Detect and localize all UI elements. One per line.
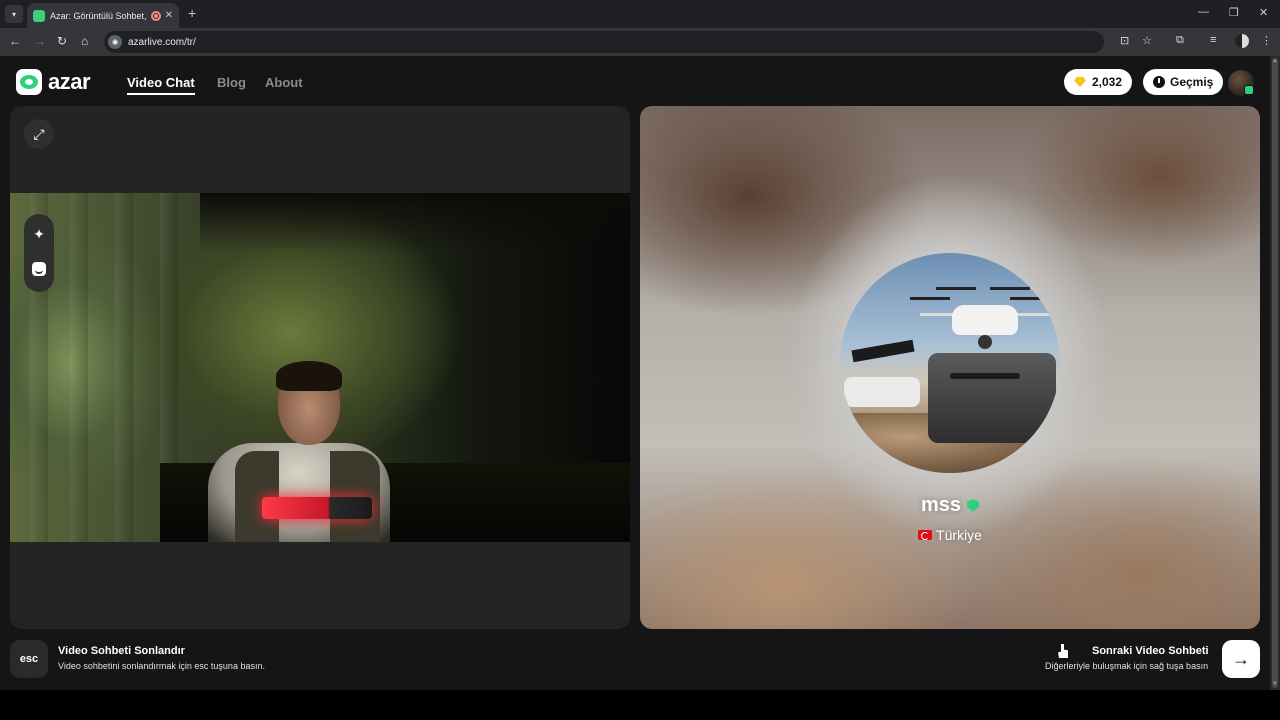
partner-country: Türkiye xyxy=(936,527,982,543)
scroll-up-icon[interactable]: ▲ xyxy=(1272,58,1278,64)
history-label: Geçmiş xyxy=(1170,75,1214,89)
curtain-fold xyxy=(70,193,88,542)
person-hair xyxy=(276,361,342,391)
nav-active-underline xyxy=(127,93,195,95)
scrollbar-thumb[interactable] xyxy=(1272,58,1278,688)
extensions-icon[interactable]: ⧉ xyxy=(1176,34,1184,47)
azar-page: azar Video Chat Blog About 2,032 Geçmiş xyxy=(0,56,1270,690)
browser-profile-avatar[interactable] xyxy=(1235,34,1249,48)
next-chat-hint: Diğerleriyle buluşmak için sağ tuşa bası… xyxy=(1045,661,1209,671)
address-bar[interactable]: ◉ azarlive.com/tr/ xyxy=(104,31,1104,53)
drone-propeller xyxy=(910,297,950,300)
reload-icon[interactable]: ↻ xyxy=(57,34,67,48)
partner-username: mss xyxy=(920,494,962,516)
azar-logo-icon xyxy=(16,69,42,95)
gem-icon xyxy=(1074,77,1086,87)
fullscreen-button[interactable]: ⤢ xyxy=(24,119,54,149)
partner-name-row: mss xyxy=(640,494,1260,517)
taskbar-area xyxy=(0,690,1280,720)
arrow-right-icon: → xyxy=(1232,648,1250,669)
nav-about[interactable]: About xyxy=(265,75,303,90)
recording-icon xyxy=(150,10,161,21)
site-info-icon[interactable]: ◉ xyxy=(108,35,122,49)
ceiling-shadow xyxy=(200,193,630,253)
bookmark-star-icon[interactable]: ☆ xyxy=(1142,34,1152,47)
chevron-down-icon: ▾ xyxy=(11,9,16,19)
history-button[interactable]: Geçmiş xyxy=(1143,69,1224,95)
new-tab-button[interactable]: + xyxy=(188,5,196,21)
case-slot xyxy=(950,373,1020,379)
sparkle-effects-icon[interactable]: ✦ xyxy=(24,226,54,243)
drone-propeller xyxy=(990,287,1030,290)
home-icon[interactable]: ⌂ xyxy=(81,34,88,48)
partner-profile-photo xyxy=(840,253,1060,473)
next-chat-title: Sonraki Video Sohbeti xyxy=(1092,645,1209,657)
my-video-panel: ⤢ ✦ xyxy=(10,106,630,629)
drone-remote xyxy=(844,377,920,407)
drone-case xyxy=(928,353,1056,443)
gems-balance-button[interactable]: 2,032 xyxy=(1064,69,1133,95)
mouse-cursor-icon xyxy=(1058,644,1068,658)
end-chat-esc-button[interactable]: esc xyxy=(10,640,48,678)
install-app-icon[interactable]: ⊡ xyxy=(1120,34,1129,47)
nav-blog[interactable]: Blog xyxy=(217,75,246,90)
microphone-light xyxy=(262,497,372,519)
drone-propeller xyxy=(936,287,976,290)
azar-favicon-icon xyxy=(33,9,45,22)
drone-propeller xyxy=(1010,297,1050,300)
partner-country-row: Türkiye xyxy=(640,527,1260,543)
face-filter-icon[interactable] xyxy=(32,262,46,276)
scroll-down-icon[interactable]: ▼ xyxy=(1272,681,1278,687)
end-chat-hint: Video sohbetini sonlandırmak için esc tu… xyxy=(58,661,265,671)
end-chat-title: Video Sohbeti Sonlandır xyxy=(58,645,185,657)
browser-toolbar: ← → ↻ ⌂ ◉ azarlive.com/tr/ ⊡ ☆ ⧉ ≡ ⋮ xyxy=(0,28,1280,56)
drone-camera xyxy=(978,335,992,349)
my-webcam-feed xyxy=(10,193,630,542)
url-text: azarlive.com/tr/ xyxy=(128,36,196,48)
restore-button[interactable]: ❐ xyxy=(1229,6,1239,19)
curtain-fold xyxy=(115,193,133,542)
tab-title: Azar: Görüntülü Sohbet, Ye xyxy=(50,10,147,21)
effects-toolbar: ✦ xyxy=(24,214,54,292)
esc-key-label: esc xyxy=(19,653,39,665)
partner-video-panel: mss Türkiye xyxy=(640,106,1260,629)
logo-text: azar xyxy=(48,69,91,94)
close-window-button[interactable]: ✕ xyxy=(1259,6,1268,19)
tab-search-button[interactable]: ▾ xyxy=(5,5,23,23)
clock-icon xyxy=(1153,76,1165,88)
avatar-verified-badge xyxy=(1244,85,1254,95)
minimize-button[interactable]: — xyxy=(1198,6,1209,18)
drone-body xyxy=(952,305,1018,335)
browser-menu-icon[interactable]: ⋮ xyxy=(1261,34,1272,47)
azar-logo[interactable]: azar xyxy=(16,69,91,95)
tab-close-icon[interactable]: ✕ xyxy=(165,10,173,21)
turkey-flag-icon xyxy=(918,530,933,540)
phone xyxy=(851,339,915,363)
forward-arrow-icon[interactable]: → xyxy=(34,34,46,48)
media-control-icon[interactable]: ≡ xyxy=(1210,34,1216,46)
next-chat-button[interactable]: → xyxy=(1222,640,1260,678)
verified-badge-icon xyxy=(967,499,980,512)
gems-count: 2,032 xyxy=(1092,75,1123,89)
expand-icon: ⤢ xyxy=(33,125,45,142)
browser-tab[interactable]: Azar: Görüntülü Sohbet, Ye ✕ xyxy=(27,3,179,28)
page-scrollbar[interactable] xyxy=(1270,56,1280,690)
browser-tab-bar: ▾ Azar: Görüntülü Sohbet, Ye ✕ + — ❐ ✕ xyxy=(0,0,1280,28)
back-arrow-icon[interactable]: ← xyxy=(9,34,21,48)
nav-video-chat[interactable]: Video Chat xyxy=(127,75,195,90)
